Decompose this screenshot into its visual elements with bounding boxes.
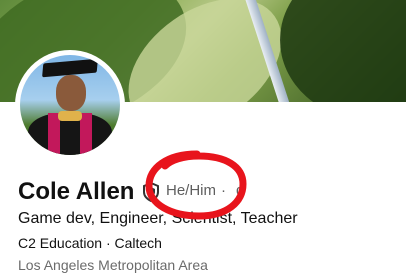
verified-tail-text: d <box>236 182 245 199</box>
profile-avatar[interactable] <box>15 50 125 160</box>
banner-leaf <box>280 0 406 102</box>
name-row: Cole Allen <box>18 176 160 208</box>
profile-headline: Game dev, Engineer, Scientist, Teacher <box>18 210 298 227</box>
separator-dot: · <box>221 182 226 199</box>
avatar-face <box>56 75 86 111</box>
profile-name: Cole Allen <box>18 178 135 205</box>
profile-location: Los Angeles Metropolitan Area <box>18 257 208 273</box>
profile-education[interactable]: C2 Education · Caltech <box>18 235 162 251</box>
pronouns: He/Him <box>166 182 217 199</box>
graduation-hood <box>58 111 82 121</box>
shield-icon[interactable] <box>142 181 160 203</box>
graduation-cap <box>42 58 98 78</box>
avatar-photo <box>20 55 120 155</box>
graduation-stole <box>80 113 92 155</box>
